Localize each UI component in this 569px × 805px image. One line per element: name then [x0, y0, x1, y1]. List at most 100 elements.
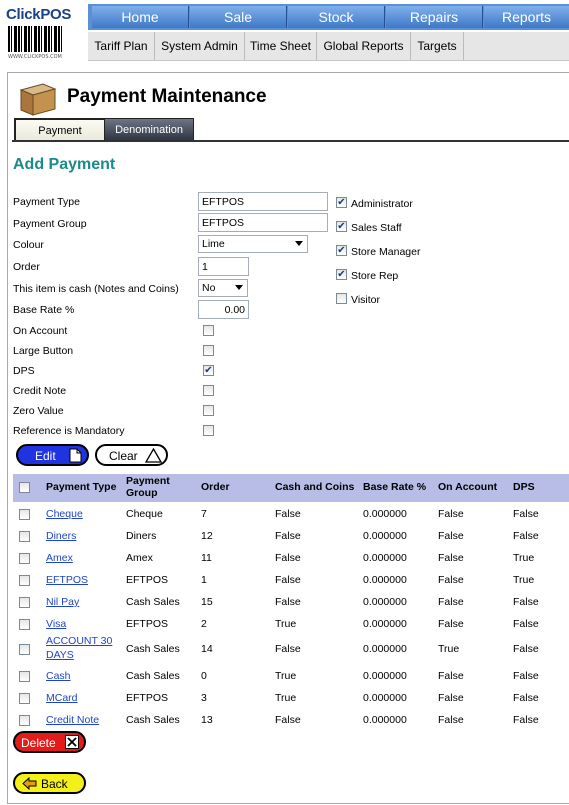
table-cell: True: [275, 618, 297, 630]
chevron-down-icon: [235, 285, 243, 290]
table-cell: 15: [201, 596, 213, 608]
page-title: Payment Maintenance: [67, 86, 267, 107]
table-cell: False: [513, 714, 539, 726]
large-button-checkbox[interactable]: [203, 345, 214, 356]
row-select-checkbox[interactable]: [19, 597, 30, 608]
role-store-rep-checkbox[interactable]: ✔: [336, 269, 347, 280]
nav-sale[interactable]: Sale: [190, 6, 287, 28]
dps-checkbox[interactable]: ✔: [203, 365, 214, 376]
reference-mandatory-checkbox[interactable]: [203, 425, 214, 436]
zero-value-checkbox[interactable]: [203, 405, 214, 416]
table-cell: 0.000000: [363, 596, 407, 608]
subnav-tariff-plan[interactable]: Tariff Plan: [88, 32, 155, 60]
column-header-base-rate[interactable]: Base Rate %: [363, 481, 426, 493]
table-cell: False: [513, 643, 539, 655]
base-rate-input[interactable]: 0.00: [198, 300, 249, 319]
table-header: Payment Type Payment Group Order Cash an…: [13, 474, 569, 502]
eraser-icon: [145, 448, 162, 463]
chevron-down-icon: [295, 241, 303, 246]
payment-type-link[interactable]: Amex: [46, 552, 73, 564]
edit-button[interactable]: Edit: [16, 444, 89, 466]
role-administrator-checkbox[interactable]: ✔: [336, 197, 347, 208]
label-is-cash: This item is cash (Notes and Coins): [13, 283, 179, 295]
row-select-checkbox[interactable]: [19, 531, 30, 542]
table-cell: 13: [201, 714, 213, 726]
role-visitor-label: Visitor: [351, 294, 380, 306]
column-header-order[interactable]: Order: [201, 481, 230, 493]
payment-type-input[interactable]: EFTPOS: [198, 192, 328, 211]
nav-stock[interactable]: Stock: [288, 6, 385, 28]
clear-button[interactable]: Clear: [95, 444, 168, 466]
payment-type-link[interactable]: Cash: [46, 670, 71, 682]
table-row: Amex Amex 11 False 0.000000 False True: [13, 547, 569, 567]
role-store-manager-checkbox[interactable]: ✔: [336, 245, 347, 256]
payment-type-link[interactable]: MCard: [46, 692, 78, 704]
nav-reports[interactable]: Reports: [484, 6, 569, 28]
table-cell: True: [275, 670, 297, 682]
is-cash-select-value: No: [202, 282, 216, 294]
table-cell: False: [513, 670, 539, 682]
select-all-checkbox[interactable]: [19, 482, 30, 493]
row-select-checkbox[interactable]: [19, 693, 30, 704]
subnav-system-admin[interactable]: System Admin: [155, 32, 245, 60]
order-input[interactable]: 1: [198, 257, 249, 276]
row-select-checkbox[interactable]: [19, 644, 30, 655]
payment-type-link[interactable]: Credit Note: [46, 714, 99, 726]
credit-note-checkbox[interactable]: [203, 385, 214, 396]
subnav-time-sheet[interactable]: Time Sheet: [245, 32, 317, 60]
table-cell: False: [438, 596, 464, 608]
label-on-account: On Account: [13, 325, 68, 337]
payment-type-link[interactable]: Cheque: [46, 508, 83, 520]
label-zero-value: Zero Value: [13, 405, 64, 417]
back-button[interactable]: Back: [13, 772, 86, 794]
table-cell: False: [513, 508, 539, 520]
payment-type-link[interactable]: Diners: [46, 530, 76, 542]
payment-type-link[interactable]: EFTPOS: [46, 574, 88, 586]
role-visitor-checkbox[interactable]: [336, 293, 347, 304]
is-cash-select[interactable]: No: [198, 279, 248, 297]
role-sales-staff-label: Sales Staff: [351, 222, 402, 234]
tab-denomination[interactable]: Denomination: [104, 118, 194, 142]
sub-nav: Tariff Plan System Admin Time Sheet Glob…: [88, 32, 569, 61]
row-select-checkbox[interactable]: [19, 509, 30, 520]
row-select-checkbox[interactable]: [19, 575, 30, 586]
column-header-payment-type[interactable]: Payment Type: [46, 481, 116, 493]
table-cell: True: [513, 552, 535, 564]
colour-select-value: Lime: [202, 238, 225, 250]
table-cell: 1: [201, 574, 207, 586]
payment-type-link[interactable]: ACCOUNT 30 DAYS: [46, 634, 118, 662]
row-select-checkbox[interactable]: [19, 553, 30, 564]
colour-select[interactable]: Lime: [198, 235, 308, 253]
table-cell: 0.000000: [363, 618, 407, 630]
row-select-checkbox[interactable]: [19, 671, 30, 682]
column-header-on-account[interactable]: On Account: [438, 481, 497, 493]
row-select-checkbox[interactable]: [19, 715, 30, 726]
table-cell: Diners: [126, 530, 157, 542]
table-cell: EFTPOS: [126, 618, 169, 630]
column-header-dps[interactable]: DPS: [513, 481, 535, 493]
nav-repairs[interactable]: Repairs: [386, 6, 483, 28]
subnav-targets[interactable]: Targets: [411, 32, 464, 60]
column-header-cash-and-coins[interactable]: Cash and Coins: [275, 481, 354, 493]
label-dps: DPS: [13, 365, 35, 377]
table-cell: False: [438, 574, 464, 586]
tab-payment[interactable]: Payment: [14, 118, 106, 142]
delete-button[interactable]: Delete: [13, 731, 86, 753]
payment-type-link[interactable]: Visa: [46, 618, 66, 630]
table-cell: 0.000000: [363, 574, 407, 586]
column-header-payment-group[interactable]: Payment Group: [126, 475, 186, 499]
table-row: ACCOUNT 30 DAYS Cash Sales 14 False 0.000000…: [13, 633, 569, 663]
row-select-checkbox[interactable]: [19, 619, 30, 630]
back-button-label: Back: [41, 777, 68, 791]
payment-type-link[interactable]: Nil Pay: [46, 596, 79, 608]
role-sales-staff-checkbox[interactable]: ✔: [336, 221, 347, 232]
table-cell: False: [275, 552, 301, 564]
table-cell: 0.000000: [363, 692, 407, 704]
subnav-global-reports[interactable]: Global Reports: [317, 32, 411, 60]
logo-tagline: WWW.CLICKPOS.COM: [8, 54, 62, 60]
nav-home[interactable]: Home: [92, 6, 189, 28]
label-payment-type: Payment Type: [13, 196, 80, 208]
table-cell: Cash Sales: [126, 714, 180, 726]
payment-group-input[interactable]: EFTPOS: [198, 213, 328, 232]
on-account-checkbox[interactable]: [203, 325, 214, 336]
